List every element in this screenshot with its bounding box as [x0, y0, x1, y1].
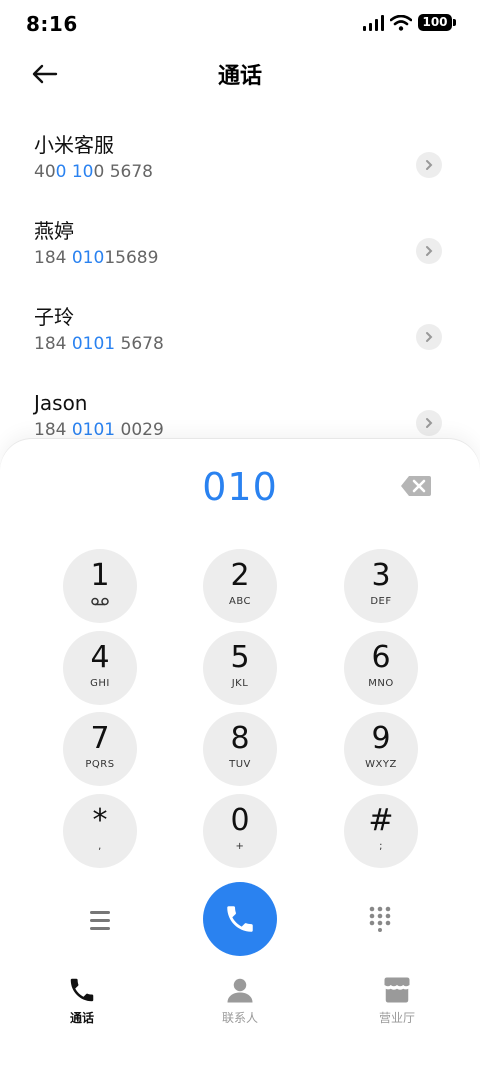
menu-icon — [90, 910, 110, 914]
contact-detail-button[interactable] — [416, 324, 442, 350]
backspace-button[interactable] — [400, 475, 432, 497]
key-4[interactable]: 4 GHI — [63, 631, 137, 705]
chevron-right-icon — [426, 332, 433, 342]
contact-item[interactable]: 燕婷 184 01015689 — [0, 216, 480, 302]
status-bar: 8:16 100 — [0, 0, 480, 48]
tab-contacts[interactable]: 联系人 — [195, 975, 285, 1026]
chevron-right-icon — [426, 160, 433, 170]
page-title: 通话 — [217, 64, 262, 89]
tab-calls[interactable]: 通话 — [37, 975, 127, 1026]
contact-detail-button[interactable] — [416, 152, 442, 178]
key-hash[interactable]: # ; — [344, 794, 418, 868]
dialpad-toggle-button[interactable] — [366, 904, 394, 932]
dialer-panel: 010 1 2 ABC 3 DEF 4 GHI 5 JKL 6 MNO 7 PQ… — [0, 439, 480, 1066]
contact-name: 小米客服 — [34, 133, 114, 157]
call-button[interactable] — [203, 882, 277, 956]
dialpad-icon — [369, 906, 391, 932]
contact-item[interactable]: 小米客服 400 100 5678 — [0, 130, 480, 216]
chevron-right-icon — [426, 418, 433, 428]
key-1[interactable]: 1 — [63, 549, 137, 623]
app-header: 通话 — [0, 52, 480, 96]
key-7[interactable]: 7 PQRS — [63, 712, 137, 786]
person-icon — [227, 978, 253, 1003]
contact-name: 燕婷 — [34, 219, 74, 243]
tab-label: 联系人 — [221, 1011, 258, 1025]
status-time: 8:16 — [26, 12, 78, 36]
contact-detail-button[interactable] — [416, 410, 442, 436]
key-3[interactable]: 3 DEF — [344, 549, 418, 623]
voicemail-icon — [91, 597, 109, 606]
signal-icon — [363, 14, 384, 31]
status-icons: 100 — [362, 14, 456, 31]
tab-store[interactable]: 营业厅 — [352, 975, 442, 1026]
backspace-icon — [401, 476, 431, 496]
bottom-tab-bar: 通话 联系人 营业厅 — [0, 975, 480, 1035]
phone-icon — [70, 978, 94, 1002]
dialer-actions — [0, 882, 480, 958]
battery-icon: 100 — [418, 14, 456, 31]
chevron-right-icon — [426, 246, 433, 256]
phone-icon — [227, 906, 253, 932]
key-9[interactable]: 9 WXYZ — [344, 712, 418, 786]
contact-item[interactable]: 子玲 184 0101 5678 — [0, 302, 480, 388]
contact-number: 400 100 5678 — [34, 162, 153, 182]
contact-number: 184 0101 5678 — [34, 334, 164, 354]
key-0[interactable]: 0 + — [203, 794, 277, 868]
menu-button[interactable] — [86, 906, 114, 934]
key-6[interactable]: 6 MNO — [344, 631, 418, 705]
contact-name: 子玲 — [34, 305, 74, 329]
tab-label: 通话 — [69, 1011, 94, 1025]
contact-detail-button[interactable] — [416, 238, 442, 264]
wifi-icon — [390, 14, 412, 31]
key-2[interactable]: 2 ABC — [203, 549, 277, 623]
contact-number: 184 01015689 — [34, 248, 159, 268]
key-star[interactable]: * , — [63, 794, 137, 868]
key-5[interactable]: 5 JKL — [203, 631, 277, 705]
key-8[interactable]: 8 TUV — [203, 712, 277, 786]
phone-screen: 8:16 100 通话 小米客服 400 100 5678 燕婷 184 010… — [0, 0, 480, 1066]
contact-list: 小米客服 400 100 5678 燕婷 184 01015689 子玲 184… — [0, 130, 480, 474]
store-icon — [384, 977, 410, 1003]
contact-name: Jason — [34, 391, 88, 415]
tab-label: 营业厅 — [378, 1011, 415, 1025]
